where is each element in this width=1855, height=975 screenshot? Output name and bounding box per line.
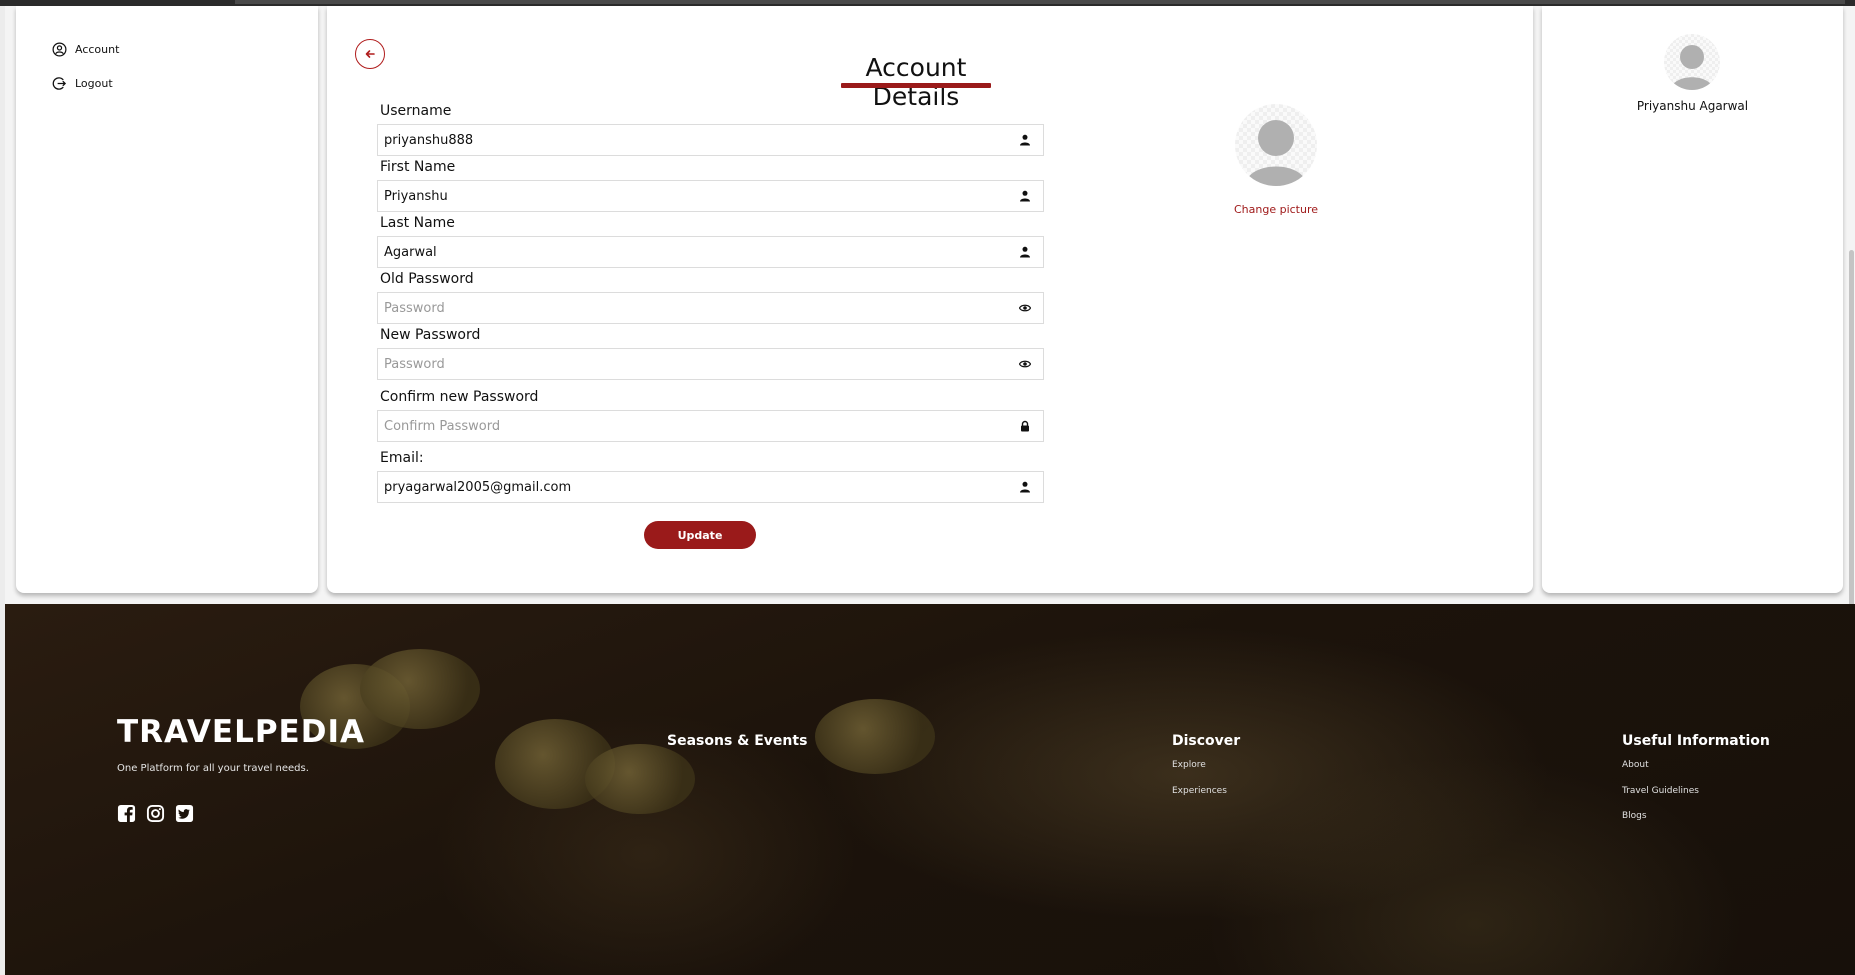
background-coin (815, 699, 935, 774)
footer-heading-seasons-events: Seasons & Events (667, 733, 808, 749)
user-icon (1020, 134, 1030, 146)
background-coin (360, 649, 480, 729)
confirm-password-field (377, 410, 1044, 442)
new-password-input[interactable] (378, 349, 998, 379)
confirm-password-label: Confirm new Password (380, 389, 539, 405)
background-coin (585, 744, 695, 814)
avatar (1235, 104, 1317, 186)
avatar (1664, 34, 1720, 90)
old-password-input[interactable] (378, 293, 998, 323)
update-button[interactable]: Update (644, 521, 756, 549)
footer-heading-discover: Discover (1172, 733, 1241, 749)
arrow-left-icon (365, 50, 375, 58)
user-icon (1020, 246, 1030, 258)
instagram-icon[interactable] (146, 804, 165, 823)
profile-name: Priyanshu Agarwal (1636, 99, 1749, 113)
lock-icon (1021, 420, 1029, 432)
sidebar-item-account[interactable]: Account (52, 42, 119, 57)
footer-heading-useful-information: Useful Information (1622, 733, 1770, 749)
title-underline (841, 83, 991, 88)
back-button[interactable] (355, 39, 385, 69)
account-details-panel: Account Details Username First Name Last… (327, 6, 1533, 593)
profile-card: Priyanshu Agarwal (1542, 6, 1843, 593)
first-name-input[interactable] (378, 181, 998, 211)
footer-link-experiences[interactable]: Experiences (1172, 786, 1227, 796)
email-input[interactable] (378, 472, 998, 502)
last-name-input[interactable] (378, 237, 998, 267)
username-input[interactable] (378, 125, 998, 155)
footer-tagline: One Platform for all your travel needs. (117, 763, 309, 774)
new-password-label: New Password (380, 327, 481, 343)
first-name-field (377, 180, 1044, 212)
footer: TRAVELPEDIA One Platform for all your tr… (5, 604, 1855, 975)
user-icon (1020, 481, 1030, 493)
confirm-password-input[interactable] (378, 411, 998, 441)
default-avatar-icon (1671, 45, 1713, 90)
eye-icon[interactable] (1019, 302, 1031, 314)
default-avatar-icon (1245, 120, 1307, 186)
old-password-label: Old Password (380, 271, 474, 287)
change-picture-link[interactable]: Change picture (1197, 203, 1355, 216)
user-circle-icon (52, 42, 67, 57)
page-title: Account Details (865, 53, 967, 111)
footer-link-travel-guidelines[interactable]: Travel Guidelines (1622, 786, 1699, 796)
twitter-icon[interactable] (175, 804, 194, 823)
sidebar-item-label: Account (75, 43, 120, 56)
eye-icon[interactable] (1019, 358, 1031, 370)
sidebar-item-logout[interactable]: Logout (52, 76, 113, 91)
footer-link-blogs[interactable]: Blogs (1622, 811, 1647, 821)
new-password-field (377, 348, 1044, 380)
logout-icon (52, 77, 67, 90)
footer-brand: TRAVELPEDIA (117, 714, 365, 750)
first-name-label: First Name (380, 159, 456, 175)
old-password-field (377, 292, 1044, 324)
browser-tab-strip (235, 0, 1845, 4)
last-name-label: Last Name (380, 215, 455, 231)
facebook-icon[interactable] (117, 804, 136, 823)
footer-link-about[interactable]: About (1622, 760, 1649, 770)
footer-link-explore[interactable]: Explore (1172, 760, 1206, 770)
user-icon (1020, 190, 1030, 202)
social-links (117, 804, 194, 823)
username-label: Username (380, 103, 452, 119)
username-field (377, 124, 1044, 156)
sidebar-item-label: Logout (75, 77, 113, 90)
sidebar: Account Logout (16, 6, 318, 593)
last-name-field (377, 236, 1044, 268)
email-field (377, 471, 1044, 503)
email-label: Email: (380, 450, 424, 466)
